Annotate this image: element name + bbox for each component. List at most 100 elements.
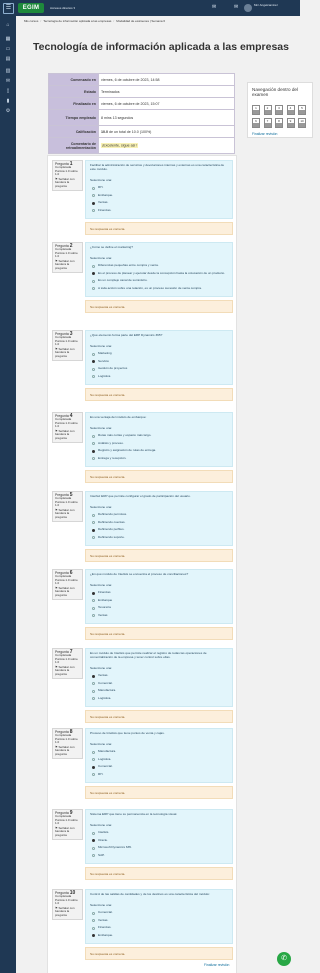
home-icon[interactable]: ⌂ — [4, 22, 12, 29]
flag-question-link[interactable]: ⚑ Señalar con bandera la pregunta — [55, 826, 80, 838]
answer-option[interactable]: RH. — [90, 184, 228, 192]
answer-option[interactable]: Marketing — [90, 350, 228, 358]
radio-button[interactable] — [92, 614, 95, 618]
answer-option[interactable]: Análisis y proceso. — [90, 440, 228, 448]
user-name[interactable]: Mrc Angelcamirez — [254, 3, 298, 7]
answer-option[interactable]: RH. — [90, 771, 228, 779]
quiz-nav-question-9[interactable]: 9 — [286, 118, 295, 128]
answer-option[interactable]: Logística. — [90, 756, 228, 764]
answer-option[interactable]: Manufactura. — [90, 687, 228, 695]
radio-button[interactable] — [92, 186, 95, 190]
answer-option[interactable]: Entrega y recepción. — [90, 455, 228, 463]
chat-icon[interactable]: ✆ — [277, 952, 291, 966]
radio-button[interactable] — [92, 689, 95, 693]
answer-option[interactable]: Intelisis. — [90, 829, 228, 837]
shortcuts-dropdown[interactable]: Accesos directos ▾ — [50, 6, 75, 10]
radio-button[interactable] — [92, 697, 95, 701]
answer-option[interactable]: Embarque — [90, 597, 228, 605]
radio-button[interactable] — [92, 194, 95, 198]
answer-option[interactable]: Definiendo permisos. — [90, 511, 228, 519]
answer-option[interactable]: Finanzas. — [90, 925, 228, 933]
answer-option[interactable]: Gestión de proyectos — [90, 366, 228, 374]
chat-bubble-icon[interactable]: ✉ — [212, 5, 216, 10]
flag-question-link[interactable]: ⚑ Señalar con bandera la pregunta — [55, 429, 80, 441]
radio-button[interactable] — [92, 352, 95, 356]
radio-button[interactable] — [92, 360, 95, 364]
answer-option[interactable]: Comercial. — [90, 909, 228, 917]
radio-button[interactable] — [92, 279, 95, 283]
document-icon[interactable]: ▤ — [4, 56, 12, 63]
radio-button[interactable] — [92, 758, 95, 762]
answer-option[interactable]: Embarque. — [90, 932, 228, 940]
quiz-nav-question-6[interactable]: 6 — [252, 118, 260, 128]
flag-question-link[interactable]: ⚑ Señalar con bandera la pregunta — [55, 259, 80, 271]
mobile-icon[interactable]: ▮ — [4, 98, 12, 105]
quiz-nav-question-10[interactable]: 10 — [298, 118, 306, 128]
quiz-nav-question-7[interactable]: 7 — [263, 118, 272, 128]
radio-button[interactable] — [92, 272, 95, 276]
messages-icon[interactable]: ✉ — [4, 78, 12, 85]
radio-button[interactable] — [92, 773, 95, 777]
radio-button[interactable] — [92, 528, 95, 532]
envelope-icon[interactable]: ✉ — [234, 5, 238, 10]
flag-question-link[interactable]: ⚑ Señalar con bandera la pregunta — [55, 347, 80, 359]
radio-button[interactable] — [92, 591, 95, 595]
quiz-nav-question-8[interactable]: 8 — [275, 118, 283, 128]
answer-option[interactable]: Es un complejo canal de suministro. — [90, 278, 228, 286]
breadcrumb-item[interactable]: Mis cursos — [22, 18, 40, 25]
radio-button[interactable] — [92, 919, 95, 923]
radio-button[interactable] — [92, 367, 95, 371]
answer-option[interactable]: Definiendo cuentas. — [90, 519, 228, 527]
answer-option[interactable]: Finanzas. — [90, 207, 228, 215]
answer-option[interactable]: Comercial. — [90, 764, 228, 772]
avatar[interactable] — [244, 4, 252, 12]
answer-option[interactable]: Registro y asignación de rutas de entreg… — [90, 448, 228, 456]
radio-button[interactable] — [92, 434, 95, 438]
radio-button[interactable] — [92, 839, 95, 843]
radio-button[interactable] — [92, 750, 95, 754]
radio-button[interactable] — [92, 442, 95, 446]
answer-option[interactable]: Tesorería — [90, 605, 228, 613]
answer-option[interactable]: Manufactura. — [90, 748, 228, 756]
answer-option[interactable]: Embarque. — [90, 192, 228, 200]
answer-option[interactable]: Oracle. — [90, 837, 228, 845]
radio-button[interactable] — [92, 606, 95, 610]
radio-button[interactable] — [92, 209, 95, 213]
radio-button[interactable] — [92, 201, 95, 205]
quiz-nav-question-3[interactable]: 3 — [275, 105, 283, 115]
flag-question-link[interactable]: ⚑ Señalar con bandera la pregunta — [55, 586, 80, 598]
answer-option[interactable]: Ventas. — [90, 672, 228, 680]
answer-option[interactable]: Ventas. — [90, 199, 228, 207]
quiz-nav-question-2[interactable]: 2 — [263, 105, 272, 115]
radio-button[interactable] — [92, 287, 95, 291]
radio-button[interactable] — [92, 375, 95, 379]
answer-option[interactable]: Diferencias pequeñas entre compra y vent… — [90, 262, 228, 270]
quiz-nav-question-5[interactable]: 5 — [298, 105, 306, 115]
answer-option[interactable]: Microsoft Dynamics 635. — [90, 845, 228, 853]
answer-option[interactable]: Rutas más cortas y espacio más largo. — [90, 432, 228, 440]
book-icon[interactable]: ▯ — [4, 88, 12, 95]
answer-option[interactable]: Servicio — [90, 358, 228, 366]
answer-option[interactable]: Logística — [90, 373, 228, 381]
answer-option[interactable]: Es el proceso de planear y ejecutar desd… — [90, 270, 228, 278]
answer-option[interactable]: Comercial. — [90, 680, 228, 688]
radio-button[interactable] — [92, 457, 95, 461]
flag-question-link[interactable]: ⚑ Señalar con bandera la pregunta — [55, 745, 80, 757]
answer-option[interactable]: Logística. — [90, 695, 228, 703]
answer-option[interactable]: Ventas. — [90, 917, 228, 925]
answer-option[interactable]: Definiendo perfiles. — [90, 527, 228, 535]
radio-button[interactable] — [92, 831, 95, 835]
folder-icon[interactable]: ▭ — [4, 46, 12, 53]
hamburger-menu-button[interactable]: ☰ — [3, 2, 14, 14]
radio-button[interactable] — [92, 513, 95, 517]
quiz-nav-question-4[interactable]: 4 — [286, 105, 295, 115]
flag-question-link[interactable]: ⚑ Señalar con bandera la pregunta — [55, 177, 80, 189]
radio-button[interactable] — [92, 934, 95, 938]
finish-review-bottom-link[interactable]: Finalizar revisión — [204, 963, 229, 967]
answer-option[interactable]: Definiendo soporte. — [90, 534, 228, 542]
answer-option[interactable]: SAP. — [90, 852, 228, 860]
calendar-icon[interactable]: ▦ — [4, 36, 12, 43]
breadcrumb-item[interactable]: Modalidad de exámenes | Semana 6 — [114, 18, 167, 25]
radio-button[interactable] — [92, 264, 95, 268]
grades-icon[interactable]: ▥ — [4, 68, 12, 75]
